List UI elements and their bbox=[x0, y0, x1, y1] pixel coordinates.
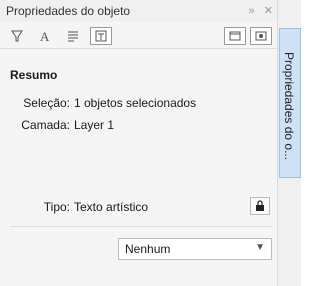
type-label: Tipo: bbox=[43, 200, 70, 214]
eye-icon[interactable] bbox=[250, 27, 272, 45]
layer-label: Camada: bbox=[21, 118, 70, 132]
side-tab-bar: Propriedades do o... bbox=[277, 0, 301, 286]
summary-heading: Resumo bbox=[10, 68, 58, 82]
type-value: Texto artístico bbox=[74, 200, 149, 214]
panel-title-bar: Propriedades do objeto » ✕ bbox=[0, 0, 277, 22]
side-tab-label: Propriedades do o... bbox=[282, 52, 296, 161]
properties-toolbar: A bbox=[0, 24, 277, 49]
panel-title: Propriedades do objeto bbox=[6, 4, 131, 18]
lock-icon[interactable] bbox=[250, 197, 270, 215]
text-icon[interactable]: A bbox=[34, 27, 56, 45]
layer-value: Layer 1 bbox=[74, 118, 115, 132]
object-properties-panel: Propriedades do objeto » ✕ A Resumo Sele… bbox=[0, 0, 277, 286]
chevron-down-icon: ▼ bbox=[255, 242, 265, 253]
screen-icon[interactable] bbox=[224, 27, 246, 45]
selection-value: 1 objetos selecionados bbox=[74, 96, 197, 110]
wrap-style-dropdown[interactable]: Nenhum ▼ bbox=[118, 238, 272, 260]
outline-icon[interactable] bbox=[6, 27, 28, 45]
pin-icon[interactable]: » bbox=[249, 5, 255, 17]
close-icon[interactable]: ✕ bbox=[264, 5, 273, 17]
section-divider bbox=[10, 226, 272, 227]
dropdown-selected-value: Nenhum bbox=[125, 242, 171, 256]
title-bar-controls: » ✕ bbox=[243, 4, 273, 17]
svg-text:A: A bbox=[40, 29, 50, 43]
selection-label: Seleção: bbox=[23, 96, 70, 110]
paragraph-icon[interactable] bbox=[62, 27, 84, 45]
frame-icon[interactable] bbox=[90, 27, 112, 45]
